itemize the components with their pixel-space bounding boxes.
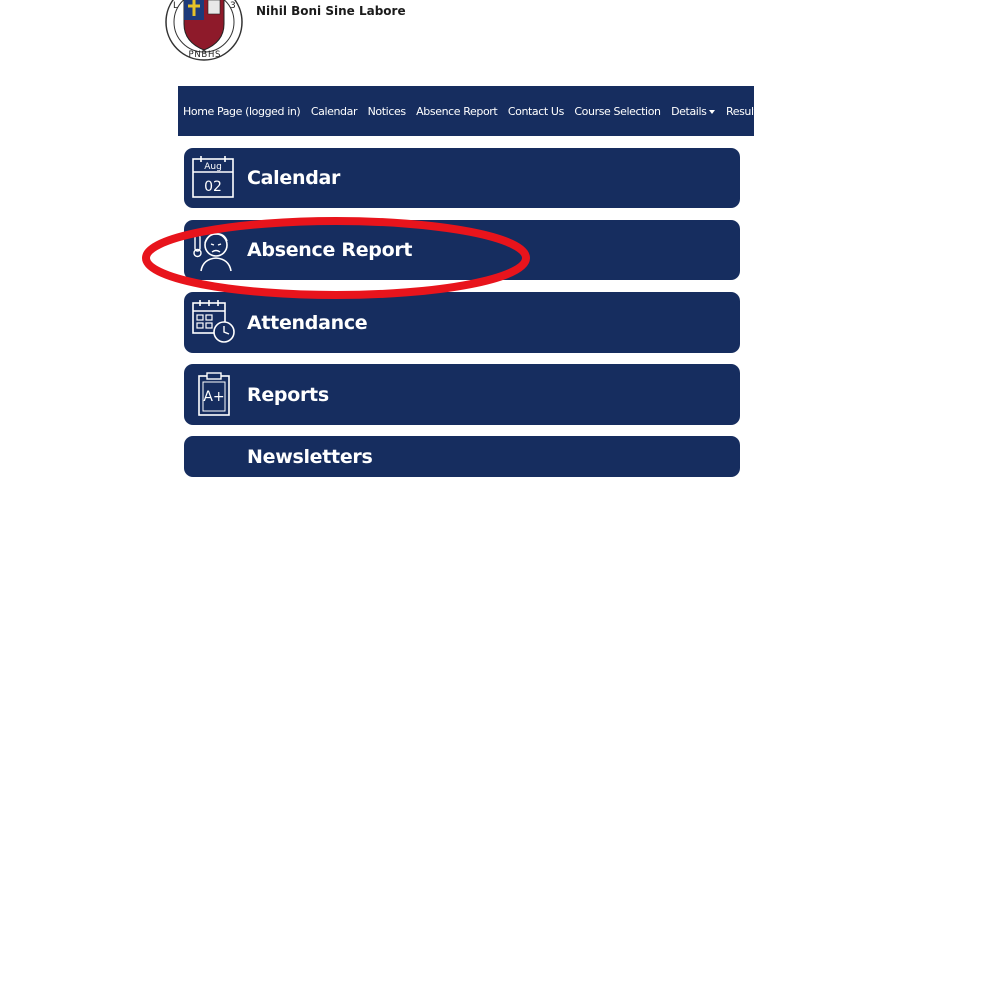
school-crest-logo: L 3 P N B H S — [165, 0, 243, 61]
nav-link-label: Calendar — [310, 104, 358, 118]
main-navbar: Home Page (logged in) Calendar Notices Abse… — [178, 86, 754, 136]
sick-person-icon — [193, 233, 232, 272]
tile-absence-report[interactable]: Absence Report — [184, 220, 740, 280]
nav-link-home-page-logged-in[interactable]: Home Page (logged in) — [183, 104, 301, 118]
report-clipboard-icon: A+ — [198, 372, 230, 416]
tile-label: Calendar — [247, 167, 341, 189]
report-grade: A+ — [203, 389, 224, 405]
nav-link-calendar[interactable]: Calendar — [310, 104, 358, 118]
calendar-icon-day: 02 — [204, 179, 222, 195]
calendar-icon-month: Aug — [204, 162, 222, 172]
crest-letters: P N B H S — [189, 50, 221, 60]
tile-attendance[interactable]: Attendance — [184, 292, 740, 353]
nav-link-label: Course Selection — [574, 104, 661, 118]
nav-link-details[interactable]: Details — [671, 104, 716, 118]
svg-text:3: 3 — [230, 1, 236, 11]
tile-label: Absence Report — [247, 239, 413, 261]
nav-link-label: Notices — [367, 104, 406, 118]
nav-link-label: Absence Report — [416, 104, 498, 118]
nav-link-label: Contact Us — [507, 104, 564, 118]
nav-link-absence-report[interactable]: Absence Report — [416, 104, 498, 118]
nav-link-label: Results — [725, 104, 754, 118]
tile-newsletters[interactable]: Newsletters — [184, 436, 740, 477]
calendar-icon: Aug 02 — [192, 156, 234, 198]
tile-reports[interactable]: A+ Reports — [184, 364, 740, 425]
nav-link-contact-us[interactable]: Contact Us — [508, 105, 564, 118]
tile-label: Newsletters — [247, 445, 373, 468]
tile-label: Reports — [247, 383, 329, 406]
attendance-calendar-clock-icon — [192, 300, 235, 343]
nav-list: Home Page (logged in) Calendar Notices Abse… — [178, 105, 754, 118]
svg-text:L: L — [173, 1, 178, 11]
nav-link-label: Home Page (logged in) — [183, 104, 301, 118]
nav-link-results[interactable]: Results — [726, 105, 754, 118]
nav-link-notices[interactable]: Notices — [368, 105, 406, 118]
nav-link-label: Details — [671, 104, 707, 118]
tile-label: Attendance — [247, 311, 368, 334]
nav-link-course-selection[interactable]: Course Selection — [574, 104, 661, 118]
dropdown-caret-icon — [709, 109, 716, 114]
school-motto: Nihil Boni Sine Labore — [256, 4, 406, 18]
tile-calendar[interactable]: Aug 02 Calendar — [184, 148, 740, 208]
